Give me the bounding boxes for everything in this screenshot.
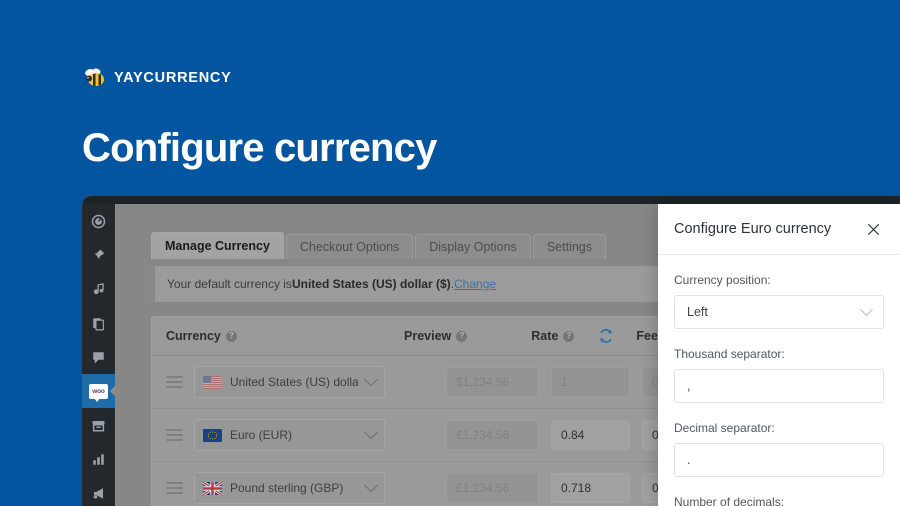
tab-settings[interactable]: Settings bbox=[533, 234, 606, 259]
column-label-currency: Currency bbox=[166, 329, 221, 343]
currency-select[interactable]: United States (US) dollar… bbox=[194, 366, 385, 398]
help-icon-preview[interactable]: ? bbox=[456, 331, 467, 342]
rate-input[interactable]: 0.84 bbox=[551, 420, 630, 450]
preview-value: €1,234.56 bbox=[446, 420, 539, 450]
gb-flag-icon bbox=[203, 482, 222, 495]
dashboard-icon bbox=[91, 214, 106, 229]
us-flag-icon bbox=[203, 376, 222, 389]
megaphone-icon bbox=[91, 486, 106, 501]
notice-currency: United States (US) dollar ($) bbox=[292, 277, 451, 291]
chevron-down-icon bbox=[860, 303, 873, 316]
media-icon bbox=[91, 282, 106, 297]
sidebar-item-comments[interactable] bbox=[82, 340, 115, 374]
sidebar-item-products[interactable] bbox=[82, 408, 115, 442]
panel-header: Configure Euro currency bbox=[658, 204, 900, 255]
column-header-preview: Preview ? bbox=[404, 329, 467, 343]
drag-handle-icon[interactable] bbox=[166, 482, 190, 494]
preview-value: $1,234.56 bbox=[446, 367, 539, 397]
sidebar-item-media[interactable] bbox=[82, 272, 115, 306]
pages-icon bbox=[91, 316, 106, 331]
column-header-rate: Rate ? bbox=[531, 329, 574, 343]
decimal-separator-label: Decimal separator: bbox=[674, 421, 884, 435]
notice-prefix: Your default currency is bbox=[167, 277, 292, 291]
column-label-fee: Fee bbox=[636, 329, 658, 343]
pin-icon bbox=[91, 248, 106, 263]
sidebar-item-analytics[interactable] bbox=[82, 442, 115, 476]
panel-title: Configure Euro currency bbox=[674, 221, 831, 237]
sidebar-item-dashboard[interactable] bbox=[82, 204, 115, 238]
thousand-separator-input[interactable]: , bbox=[674, 369, 884, 403]
panel-body: Currency position: Left Thousand separat… bbox=[658, 255, 900, 506]
page-root: YAYCURRENCY Configure currency bbox=[0, 0, 900, 506]
thousand-separator-label: Thousand separator: bbox=[674, 347, 884, 361]
rate-input[interactable]: 0.718 bbox=[551, 473, 630, 503]
help-icon-rate[interactable]: ? bbox=[563, 331, 574, 342]
analytics-icon bbox=[91, 452, 106, 467]
sidebar-item-pages[interactable] bbox=[82, 306, 115, 340]
eu-flag-icon bbox=[203, 429, 222, 442]
currency-position-value: Left bbox=[687, 305, 708, 319]
page-title: Configure currency bbox=[82, 126, 437, 170]
drag-handle-icon[interactable] bbox=[166, 429, 190, 441]
products-icon bbox=[91, 418, 106, 433]
column-header-currency: Currency ? bbox=[166, 329, 404, 343]
chevron-down-icon bbox=[364, 372, 378, 386]
currency-name: Pound sterling (GBP) bbox=[230, 481, 358, 495]
close-icon bbox=[866, 222, 881, 237]
brand-name: YAYCURRENCY bbox=[114, 70, 232, 86]
chevron-down-icon bbox=[364, 425, 378, 439]
tab-bar[interactable]: Manage Currency Checkout Options Display… bbox=[151, 233, 608, 259]
tab-manage-currency[interactable]: Manage Currency bbox=[151, 232, 284, 259]
tab-checkout-options[interactable]: Checkout Options bbox=[286, 234, 413, 259]
close-button[interactable] bbox=[862, 218, 884, 240]
sidebar-item-marketing[interactable] bbox=[82, 476, 115, 506]
number-of-decimals-label: Number of decimals: bbox=[674, 495, 884, 506]
currency-select[interactable]: Euro (EUR) bbox=[194, 419, 385, 451]
bee-icon bbox=[83, 68, 106, 88]
woo-icon: woo bbox=[89, 384, 108, 399]
currency-name: Euro (EUR) bbox=[230, 428, 358, 442]
chevron-down-icon bbox=[364, 478, 378, 492]
column-label-rate: Rate bbox=[531, 329, 558, 343]
tab-display-options[interactable]: Display Options bbox=[415, 234, 531, 259]
currency-position-select[interactable]: Left bbox=[674, 295, 884, 329]
comment-icon bbox=[91, 350, 106, 365]
currency-position-label: Currency position: bbox=[674, 273, 884, 287]
rate-input[interactable]: 1 bbox=[551, 367, 630, 397]
brand-logo: YAYCURRENCY bbox=[83, 68, 232, 88]
help-icon-currency[interactable]: ? bbox=[226, 331, 237, 342]
decimal-separator-input[interactable]: . bbox=[674, 443, 884, 477]
currency-name: United States (US) dollar… bbox=[230, 375, 358, 389]
refresh-icon[interactable] bbox=[598, 328, 614, 344]
wp-admin-sidebar[interactable]: woo bbox=[82, 204, 115, 506]
sidebar-item-posts[interactable] bbox=[82, 238, 115, 272]
sidebar-item-woocommerce[interactable]: woo bbox=[82, 374, 115, 408]
configure-currency-panel: Configure Euro currency Currency positio… bbox=[658, 204, 900, 506]
change-default-currency-link[interactable]: Change bbox=[454, 277, 496, 291]
currency-select[interactable]: Pound sterling (GBP) bbox=[194, 472, 385, 504]
drag-handle-icon[interactable] bbox=[166, 376, 190, 388]
column-label-preview: Preview bbox=[404, 329, 451, 343]
preview-value: £1,234.56 bbox=[446, 473, 539, 503]
wp-admin-bar bbox=[82, 196, 900, 204]
woo-label: woo bbox=[92, 388, 104, 395]
